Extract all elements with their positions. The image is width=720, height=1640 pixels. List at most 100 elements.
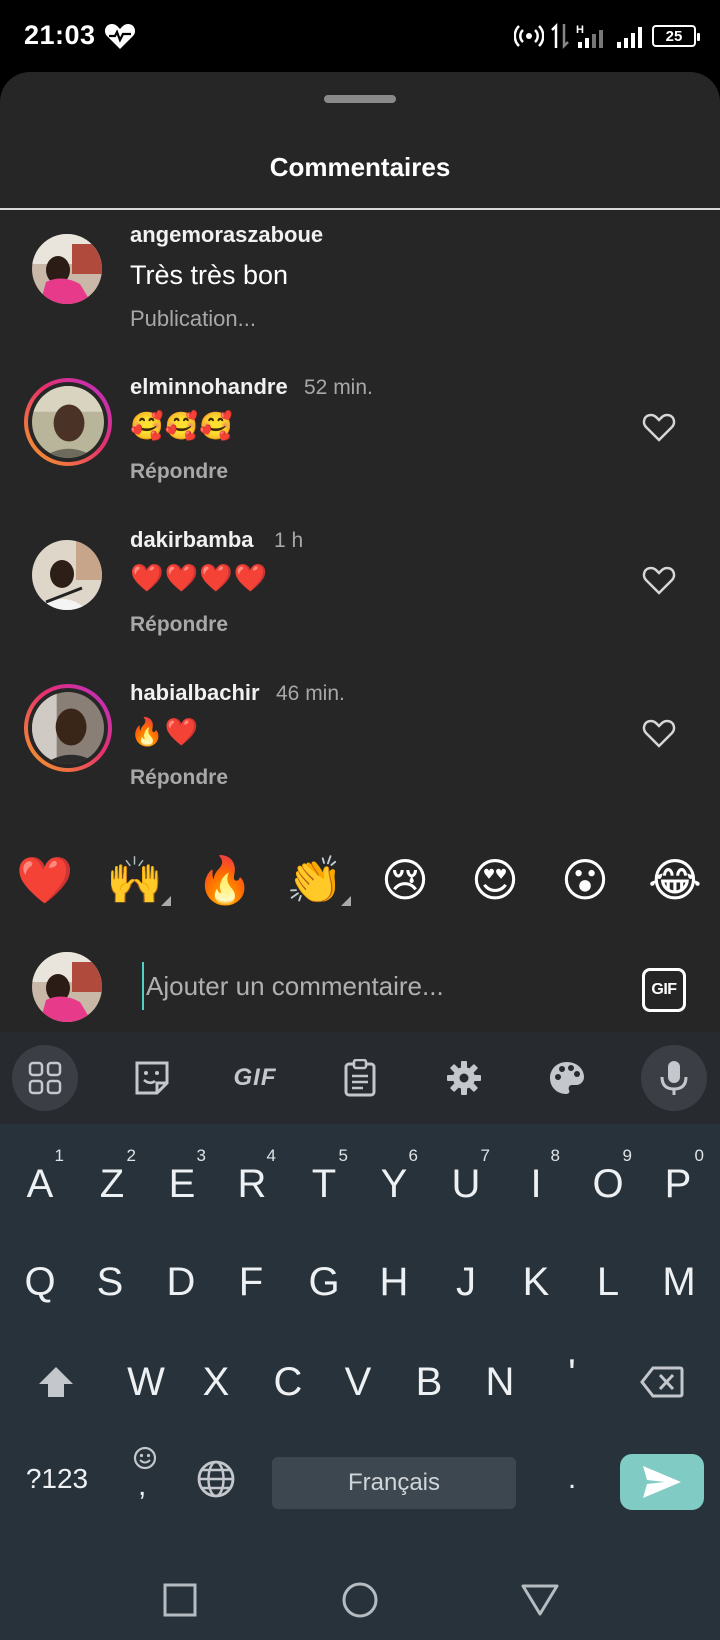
signal-bars-icon — [617, 27, 642, 48]
language-key[interactable] — [180, 1439, 252, 1519]
emoji-key[interactable]: , — [110, 1439, 182, 1519]
reaction-heart[interactable]: ❤️ — [15, 850, 75, 910]
key-apostrophe[interactable]: ' — [536, 1334, 608, 1414]
reply-button[interactable]: Répondre — [130, 766, 228, 790]
palette-icon — [550, 1062, 584, 1094]
reaction-surprised[interactable]: 😮 — [555, 850, 615, 910]
key-v[interactable]: V — [322, 1342, 394, 1422]
key-e[interactable]: E3 — [146, 1144, 218, 1224]
sticker-button[interactable] — [119, 1045, 185, 1111]
key-g[interactable]: G — [288, 1242, 360, 1322]
home-circle-icon[interactable] — [338, 1578, 382, 1622]
key-label: U — [451, 1161, 481, 1206]
key-k[interactable]: K — [500, 1242, 572, 1322]
voice-input-button[interactable] — [641, 1045, 707, 1111]
reaction-raised-hands-glyph: 🙌 — [106, 854, 164, 906]
key-number-hint: 1 — [54, 1146, 64, 1165]
story-ring-avatar[interactable] — [24, 684, 112, 772]
apps-grid-button[interactable] — [12, 1045, 78, 1111]
reaction-crying[interactable]: 😢 — [375, 850, 435, 910]
symbols-key[interactable]: ?123 — [14, 1439, 100, 1519]
key-label: P — [664, 1161, 692, 1206]
key-i[interactable]: I8 — [500, 1144, 572, 1224]
key-n[interactable]: N — [464, 1342, 536, 1422]
settings-button[interactable] — [431, 1045, 497, 1111]
key-a[interactable]: A1 — [4, 1144, 76, 1224]
key-number-hint: 5 — [338, 1146, 348, 1165]
theme-button[interactable] — [534, 1045, 600, 1111]
key-p[interactable]: P0 — [642, 1144, 714, 1224]
recents-square-icon[interactable] — [158, 1578, 202, 1622]
reaction-laughing[interactable]: 😂 — [645, 850, 705, 910]
like-heart-icon[interactable] — [642, 717, 676, 749]
key-o[interactable]: O9 — [572, 1144, 644, 1224]
svg-text:H: H — [576, 24, 584, 36]
space-bar[interactable]: Français — [272, 1457, 516, 1509]
key-y[interactable]: Y6 — [358, 1144, 430, 1224]
shift-key[interactable] — [20, 1342, 92, 1422]
key-w[interactable]: W — [110, 1342, 182, 1422]
data-transfer-icon — [551, 22, 569, 50]
key-label: R — [237, 1161, 267, 1206]
avatar[interactable] — [32, 540, 102, 610]
status-bar: 21:03 H 25 — [0, 0, 720, 72]
divider — [0, 208, 720, 210]
backspace-key[interactable] — [626, 1342, 698, 1422]
gif-keyboard-label: GIF — [233, 1064, 277, 1091]
key-r[interactable]: R4 — [216, 1144, 288, 1224]
key-label: A — [26, 1161, 54, 1206]
reply-button[interactable]: Répondre — [130, 460, 228, 484]
gif-button[interactable]: GIF — [642, 968, 686, 1012]
comment-input[interactable]: Ajouter un commentaire... — [142, 962, 622, 1010]
key-u[interactable]: U7 — [430, 1144, 502, 1224]
backspace-icon — [640, 1366, 684, 1398]
key-number-hint: 6 — [408, 1146, 418, 1165]
comment-username[interactable]: dakirbamba — [130, 527, 254, 553]
send-key[interactable] — [620, 1454, 704, 1510]
like-heart-icon[interactable] — [642, 411, 676, 443]
story-ring-avatar[interactable] — [24, 378, 112, 466]
reaction-fire[interactable]: 🔥 — [195, 850, 255, 910]
key-h[interactable]: H — [358, 1242, 430, 1322]
key-t[interactable]: T5 — [288, 1144, 360, 1224]
comments-sheet: Commentaires angemoraszaboue Très très b… — [0, 72, 720, 1032]
avatar[interactable] — [32, 234, 102, 304]
reaction-heart-eyes[interactable]: 😍 — [465, 850, 525, 910]
sheet-drag-handle[interactable] — [324, 95, 396, 103]
comment-text: Très très bon — [130, 260, 289, 290]
key-f[interactable]: F — [215, 1242, 287, 1322]
quick-reaction-bar: ❤️ 🙌 🔥 👏 😢 😍 😮 😂 — [0, 830, 720, 930]
key-q[interactable]: Q — [4, 1242, 76, 1322]
key-number-hint: 8 — [550, 1146, 560, 1165]
key-label: T — [311, 1161, 337, 1206]
sheet-title: Commentaires — [269, 152, 451, 182]
key-number-hint: 9 — [622, 1146, 632, 1165]
key-number-hint: 0 — [694, 1146, 704, 1165]
key-x[interactable]: X — [180, 1342, 252, 1422]
key-label: O — [592, 1161, 624, 1206]
comment-username[interactable]: angemoraszaboue — [130, 222, 323, 248]
reaction-clap[interactable]: 👏 — [285, 850, 351, 910]
status-time: 21:03 — [24, 20, 96, 50]
comment-time: 1 h — [274, 529, 304, 552]
key-j[interactable]: J — [430, 1242, 502, 1322]
back-triangle-icon[interactable] — [518, 1578, 562, 1622]
comment-username[interactable]: habialbachir — [130, 680, 260, 706]
comment-composer: Ajouter un commentaire... GIF — [0, 938, 720, 1038]
period-key[interactable]: . — [536, 1439, 608, 1519]
like-heart-icon[interactable] — [642, 564, 676, 596]
key-d[interactable]: D — [145, 1242, 217, 1322]
key-z[interactable]: Z2 — [76, 1144, 148, 1224]
key-m[interactable]: M — [643, 1242, 715, 1322]
sticker-icon — [135, 1061, 169, 1095]
clipboard-button[interactable] — [327, 1045, 393, 1111]
reply-button[interactable]: Répondre — [130, 613, 228, 637]
key-s[interactable]: S — [74, 1242, 146, 1322]
key-b[interactable]: B — [393, 1342, 465, 1422]
key-l[interactable]: L — [572, 1242, 644, 1322]
key-c[interactable]: C — [252, 1342, 324, 1422]
reaction-raised-hands[interactable]: 🙌 — [105, 850, 171, 910]
comment-username[interactable]: elminnohandre — [130, 374, 288, 400]
gif-keyboard-button[interactable]: GIF — [222, 1045, 288, 1111]
key-number-hint: 4 — [266, 1146, 276, 1165]
